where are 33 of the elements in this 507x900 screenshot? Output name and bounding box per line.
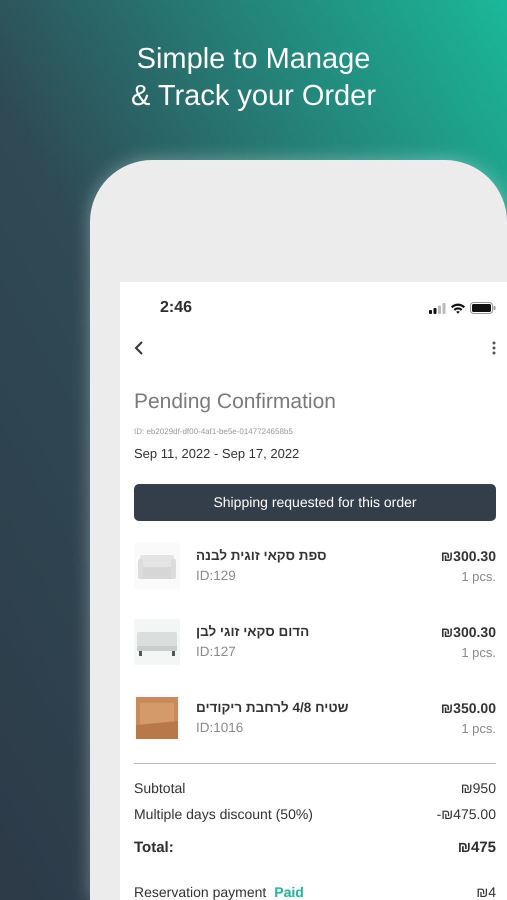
headline: & Track your Order: [131, 79, 376, 114]
summary-value: ₪950: [460, 779, 496, 798]
product-id: ID:129: [196, 567, 237, 585]
order-id: ID: eb2029df-df00-4af1-be5e-0147724658b5: [134, 426, 294, 438]
product-quantity: 1 pcs.: [460, 568, 496, 586]
payment-status: Paid: [274, 882, 304, 900]
signal-icon: [429, 302, 446, 314]
product-id: ID:127: [196, 643, 237, 661]
headline: Simple to Manage: [136, 42, 370, 77]
back-icon[interactable]: [134, 340, 144, 356]
product-price: ₪300.30: [440, 622, 496, 642]
product-id: ID:1016: [196, 719, 244, 737]
summary-value: -₪475.00: [436, 805, 496, 824]
product-quantity: 1 pcs.: [460, 720, 496, 738]
total-value: ₪475: [458, 838, 496, 858]
summary-label: Subtotal: [134, 779, 186, 798]
more-icon[interactable]: [492, 341, 496, 355]
date-range: Sep 11, 2022 - Sep 17, 2022: [134, 444, 300, 463]
status-time: 2:46: [160, 298, 192, 318]
total-label: Total:: [134, 838, 174, 858]
product-price: ₪300.30: [440, 546, 496, 566]
reservation-label: Reservation payment: [134, 882, 266, 900]
reservation-value: ₪4: [476, 882, 496, 900]
summary-label: Multiple days discount (50%): [134, 805, 313, 824]
battery-icon: [470, 302, 496, 314]
product-price: ₪350.00: [440, 698, 496, 718]
order-status-title: Pending Confirmation: [134, 389, 337, 415]
product-name: הדום סקאי זוגי לבן: [196, 622, 310, 641]
product-name: שטיח 4/8 לרחבת ריקודים: [196, 698, 348, 717]
wifi-icon: [450, 302, 466, 314]
product-name: ספת סקאי זוגית לבנה: [196, 546, 327, 565]
product-quantity: 1 pcs.: [460, 644, 496, 662]
shipping-banner: Shipping requested for this order: [134, 484, 496, 521]
